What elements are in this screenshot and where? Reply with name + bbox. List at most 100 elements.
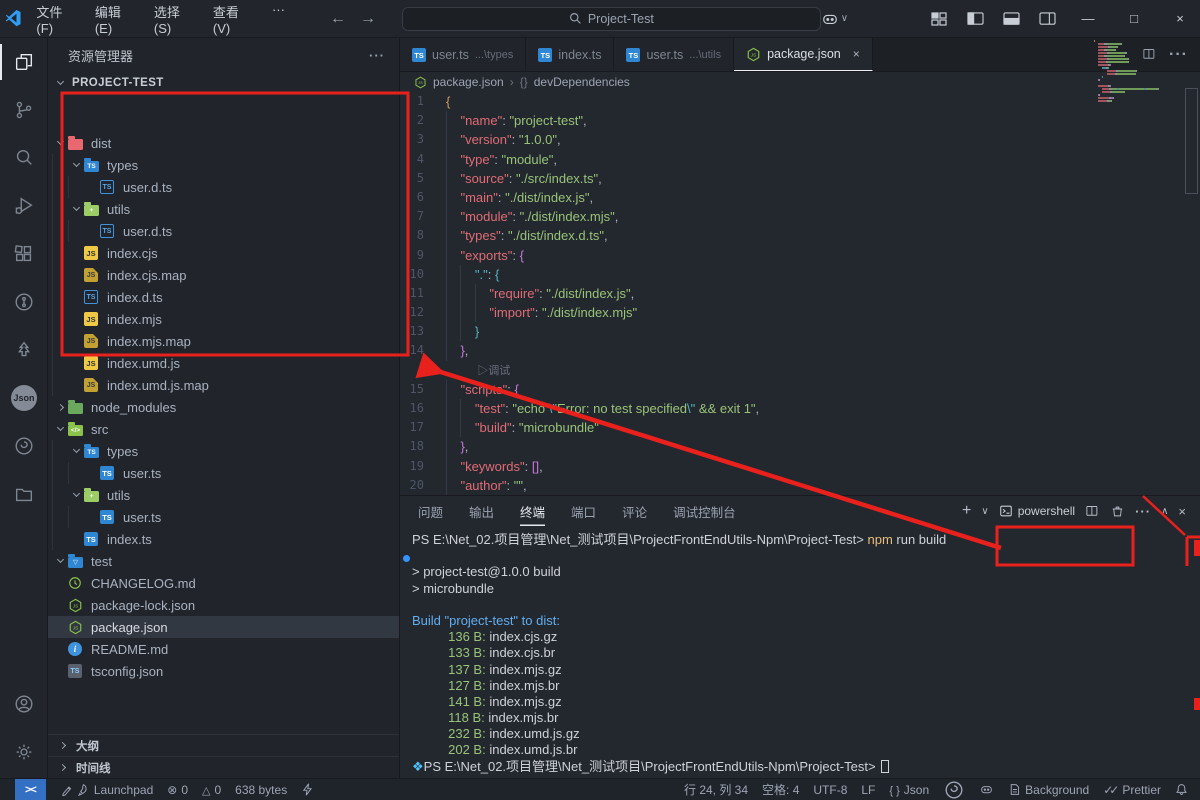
- sidebar-more-actions[interactable]: ···: [369, 48, 385, 63]
- command-center-search[interactable]: Project-Test: [402, 7, 821, 31]
- activity-item-search[interactable]: [0, 134, 48, 182]
- status-indentation[interactable]: 空格: 4: [762, 779, 799, 800]
- split-terminal-icon[interactable]: [1085, 504, 1100, 519]
- menu-3[interactable]: 查看(V): [204, 0, 259, 39]
- tree-item-tsconfig.json[interactable]: TStsconfig.json: [48, 660, 399, 682]
- panel-more-actions[interactable]: ···: [1135, 504, 1151, 519]
- tree-item-index.mjs.map[interactable]: JSindex.mjs.map: [48, 330, 399, 352]
- status-copilot-status[interactable]: [979, 779, 994, 800]
- window-close-button[interactable]: ×: [1160, 0, 1200, 38]
- menu-0[interactable]: 文件(F): [27, 0, 81, 39]
- tree-item-package-lock.json[interactable]: JSpackage-lock.json: [48, 594, 399, 616]
- status-remote-indicator[interactable]: ><: [15, 779, 46, 800]
- tree-item-index.mjs[interactable]: JSindex.mjs: [48, 308, 399, 330]
- activity-item-explorer[interactable]: [0, 38, 48, 86]
- copilot-menu[interactable]: ∨: [821, 11, 848, 27]
- status-launchpad[interactable]: Launchpad: [60, 779, 153, 800]
- tree-item-CHANGELOG.md[interactable]: CHANGELOG.md: [48, 572, 399, 594]
- customize-layout-icon[interactable]: [924, 4, 954, 34]
- tree-item-types[interactable]: TStypes: [48, 154, 399, 176]
- sidebar-section-0[interactable]: 大纲: [48, 734, 399, 756]
- status-language-mode[interactable]: { }Json: [889, 779, 929, 800]
- activity-item-json-tools[interactable]: Json: [0, 374, 48, 422]
- new-terminal-button[interactable]: +: [962, 502, 971, 520]
- menu-more[interactable]: ···: [263, 0, 294, 39]
- activity-item-todo-tree[interactable]: [0, 326, 48, 374]
- minimap[interactable]: [1094, 40, 1184, 103]
- panel-tab-问题[interactable]: 问题: [418, 496, 443, 526]
- activity-item-accounts[interactable]: [0, 680, 48, 728]
- tree-item-user.d.ts[interactable]: TSuser.d.ts: [48, 176, 399, 198]
- tree-item-index.cjs.map[interactable]: JSindex.cjs.map: [48, 264, 399, 286]
- nav-forward-icon[interactable]: →: [360, 10, 376, 28]
- terminal-shell-item[interactable]: powershell: [999, 504, 1075, 518]
- tree-item-types[interactable]: TStypes: [48, 440, 399, 462]
- activity-item-settings[interactable]: [0, 728, 48, 776]
- panel-tab-评论[interactable]: 评论: [622, 496, 647, 526]
- status-file-size[interactable]: 638 bytes: [235, 779, 287, 800]
- tree-item-README.md[interactable]: iREADME.md: [48, 638, 399, 660]
- editor-tab-index.ts[interactable]: TSindex.ts: [526, 38, 614, 71]
- minimap-slider[interactable]: [1185, 88, 1198, 194]
- activity-item-run-debug[interactable]: [0, 182, 48, 230]
- breadcrumb-file[interactable]: package.json: [433, 75, 504, 89]
- toggle-panel-icon[interactable]: [996, 4, 1026, 34]
- tree-item-src[interactable]: </>src: [48, 418, 399, 440]
- status-cursor-position[interactable]: 行 24, 列 34: [684, 779, 748, 800]
- breadcrumb[interactable]: JS package.json › {} devDependencies: [400, 72, 1200, 92]
- activity-item-extensions[interactable]: [0, 230, 48, 278]
- tab-close-icon[interactable]: ×: [853, 47, 860, 61]
- tree-item-dist[interactable]: dist: [48, 132, 399, 154]
- status-swirl-status[interactable]: [943, 779, 965, 800]
- status-background-extension[interactable]: Background: [1008, 779, 1089, 800]
- editor-tab-user.ts[interactable]: TSuser.ts...\types: [400, 38, 526, 71]
- tree-item-index.d.ts[interactable]: TSindex.d.ts: [48, 286, 399, 308]
- status-eol[interactable]: LF: [861, 779, 875, 800]
- terminal-profile-chevron-icon[interactable]: ∨: [981, 506, 988, 517]
- sidebar-section-1[interactable]: 时间线: [48, 756, 399, 778]
- status-notifications[interactable]: [1175, 779, 1188, 800]
- tree-item-user.ts[interactable]: TSuser.ts: [48, 462, 399, 484]
- toggle-sidebar-icon[interactable]: [960, 4, 990, 34]
- tree-item-utils[interactable]: +utils: [48, 198, 399, 220]
- terminal[interactable]: PS E:\Net_02.项目管理\Net_测试项目\ProjectFrontE…: [400, 528, 1200, 778]
- tree-item-package.json[interactable]: JSpackage.json: [48, 616, 399, 638]
- tree-item-index.ts[interactable]: TSindex.ts: [48, 528, 399, 550]
- panel-tab-端口[interactable]: 端口: [571, 496, 596, 526]
- kill-terminal-icon[interactable]: [1110, 504, 1125, 519]
- tree-item-user.ts[interactable]: TSuser.ts: [48, 506, 399, 528]
- tree-item-index.cjs[interactable]: JSindex.cjs: [48, 242, 399, 264]
- nav-back-icon[interactable]: ←: [330, 10, 346, 28]
- menu-1[interactable]: 编辑(E): [86, 0, 141, 39]
- status-problems-warnings[interactable]: △0: [202, 779, 221, 800]
- menu-2[interactable]: 选择(S): [145, 0, 200, 39]
- close-panel-icon[interactable]: ×: [1178, 504, 1186, 519]
- terminal-command-decoration[interactable]: [403, 555, 410, 562]
- panel-tab-输出[interactable]: 输出: [469, 496, 494, 526]
- tree-item-index.umd.js.map[interactable]: JSindex.umd.js.map: [48, 374, 399, 396]
- tree-item-test[interactable]: ▽test: [48, 550, 399, 572]
- editor-tab-package.json[interactable]: JSpackage.json×: [734, 38, 873, 71]
- editor-tab-user.ts[interactable]: TSuser.ts...\utils: [614, 38, 734, 71]
- activity-item-gitlens[interactable]: [0, 278, 48, 326]
- code-editor[interactable]: 1{2 "name": "project-test",3 "version": …: [400, 92, 1200, 495]
- window-minimize-button[interactable]: —: [1068, 0, 1108, 38]
- tree-item-user.d.ts[interactable]: TSuser.d.ts: [48, 220, 399, 242]
- activity-item-swirl-extension[interactable]: [0, 422, 48, 470]
- activity-item-project-manager[interactable]: [0, 470, 48, 518]
- tree-item-index.umd.js[interactable]: JSindex.umd.js: [48, 352, 399, 374]
- tree-item-node-modules[interactable]: node_modules: [48, 396, 399, 418]
- window-maximize-button[interactable]: □: [1114, 0, 1154, 38]
- status-prettier[interactable]: ✓✓Prettier: [1103, 779, 1161, 800]
- tree-item-utils[interactable]: +utils: [48, 484, 399, 506]
- panel-tab-终端[interactable]: 终端: [520, 496, 545, 526]
- breadcrumb-symbol[interactable]: devDependencies: [534, 75, 630, 89]
- status-power-mode[interactable]: [301, 779, 313, 800]
- maximize-panel-icon[interactable]: ∧: [1161, 506, 1168, 517]
- status-encoding[interactable]: UTF-8: [813, 779, 847, 800]
- toggle-secondary-sidebar-icon[interactable]: [1032, 4, 1062, 34]
- activity-item-source-control[interactable]: [0, 86, 48, 134]
- panel-tab-调试控制台[interactable]: 调试控制台: [673, 496, 736, 526]
- status-problems-errors[interactable]: ⊗0: [167, 779, 188, 800]
- project-root-header[interactable]: PROJECT-TEST: [48, 72, 399, 94]
